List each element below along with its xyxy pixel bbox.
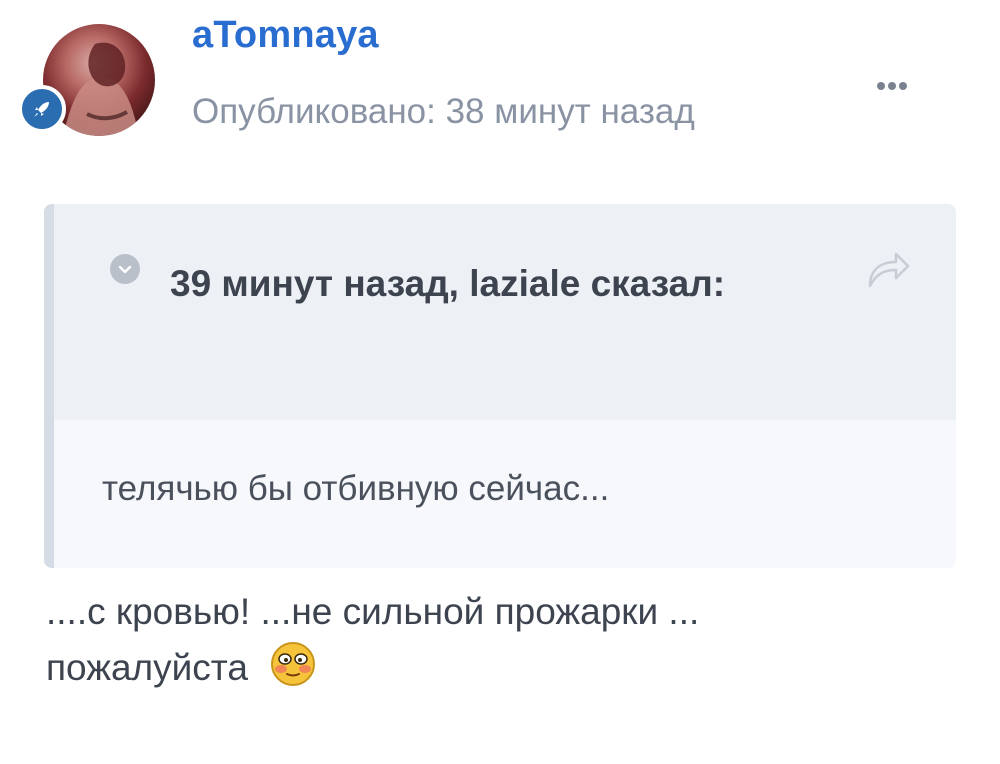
author-name-link[interactable]: aTomnaya xyxy=(192,14,379,57)
rocket-icon xyxy=(34,102,49,117)
post-content-line: ....с кровью! ...не сильной прожарки ... xyxy=(46,591,700,632)
post-content-text: пожалуйста xyxy=(46,647,248,688)
dot xyxy=(877,82,885,90)
dot xyxy=(899,82,907,90)
share-arrow-icon[interactable] xyxy=(864,248,912,288)
quote-body: телячью бы отбивную сейчас... xyxy=(102,469,610,508)
quote-block: 39 минут назад, laziale сказал: телячью … xyxy=(44,204,956,568)
forum-post: aTomnaya Опубликовано: 38 минут назад 39… xyxy=(0,0,1000,764)
post-content: ....с кровью! ...не сильной прожарки ...… xyxy=(46,584,946,696)
quote-citation: 39 минут назад, laziale сказал: xyxy=(170,263,726,304)
more-dots-icon[interactable] xyxy=(877,76,927,96)
published-time: Опубликовано: 38 минут назад xyxy=(192,92,695,131)
post-content-line-with-emoji: пожалуйста xyxy=(46,640,946,696)
quote-left-bar xyxy=(44,204,54,568)
quote-header: 39 минут назад, laziale сказал: xyxy=(54,204,956,420)
rank-badge xyxy=(18,85,66,133)
blushing-emoji-icon xyxy=(270,642,315,687)
dot xyxy=(888,82,896,90)
